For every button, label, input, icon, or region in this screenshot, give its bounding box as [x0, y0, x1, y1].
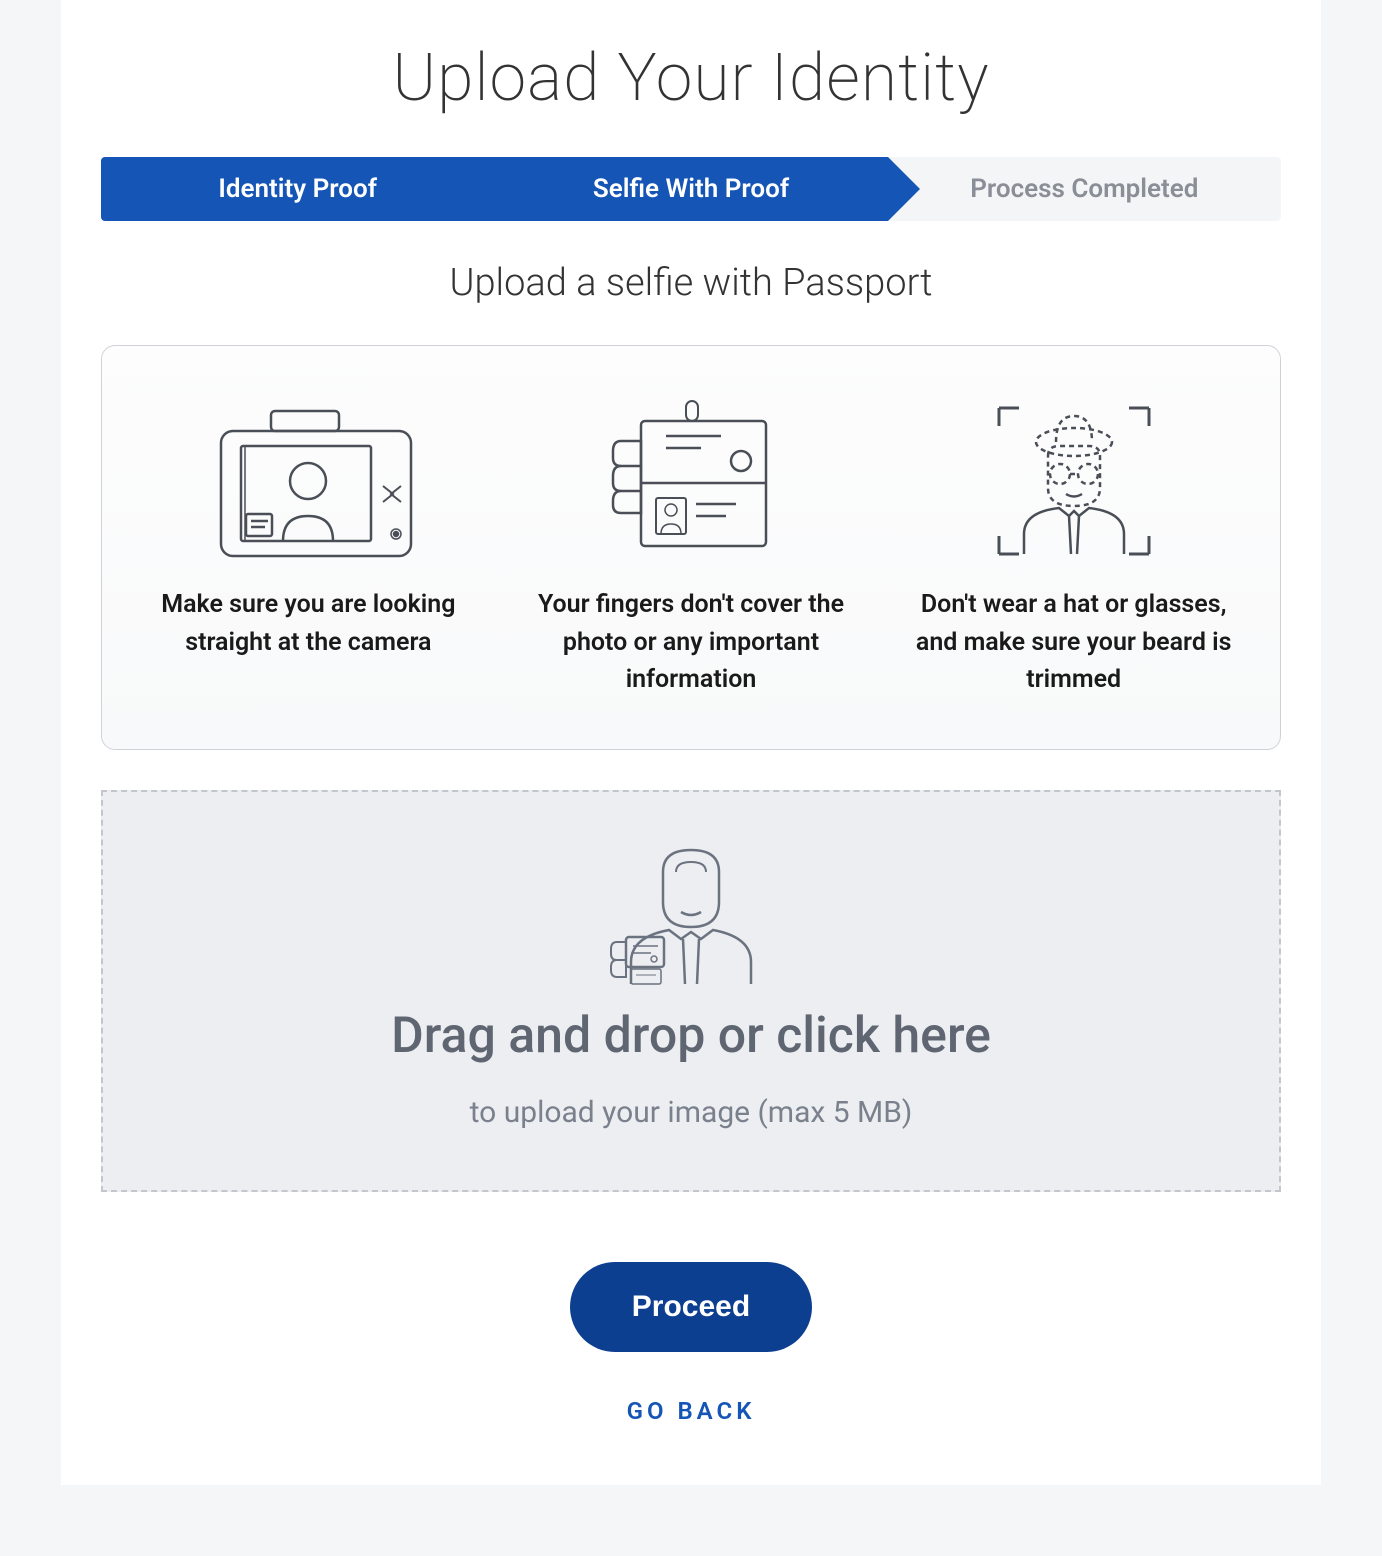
selfie-person-icon [123, 832, 1259, 987]
subtitle: Upload a selfie with Passport [101, 261, 1281, 305]
tip-look-straight: Make sure you are looking straight at th… [132, 386, 485, 699]
step-identity-proof: Identity Proof [101, 157, 494, 221]
step-process-completed: Process Completed [888, 157, 1281, 221]
page-title: Upload Your Identity [101, 40, 1281, 117]
tip-text: Don't wear a hat or glasses, and make su… [897, 586, 1250, 699]
dropzone-title: Drag and drop or click here [123, 1007, 1259, 1065]
dropzone-subtitle: to upload your image (max 5 MB) [123, 1095, 1259, 1130]
camera-selfie-icon [132, 386, 485, 561]
hand-holding-id-icon [515, 386, 868, 561]
tip-text: Your fingers don't cover the photo or an… [515, 586, 868, 699]
tips-box: Make sure you are looking straight at th… [101, 345, 1281, 750]
step-selfie-with-proof: Selfie With Proof [494, 157, 887, 221]
go-back-link[interactable]: Go Back [627, 1397, 756, 1425]
proceed-button[interactable]: Proceed [570, 1262, 812, 1352]
tip-text: Make sure you are looking straight at th… [132, 586, 485, 661]
tip-fingers-cover: Your fingers don't cover the photo or an… [515, 386, 868, 699]
upload-dropzone[interactable]: Drag and drop or click here to upload yo… [101, 790, 1281, 1192]
progress-bar: Identity Proof Selfie With Proof Process… [101, 157, 1281, 221]
tip-no-hat-glasses: Don't wear a hat or glasses, and make su… [897, 386, 1250, 699]
no-hat-glasses-icon [897, 386, 1250, 561]
